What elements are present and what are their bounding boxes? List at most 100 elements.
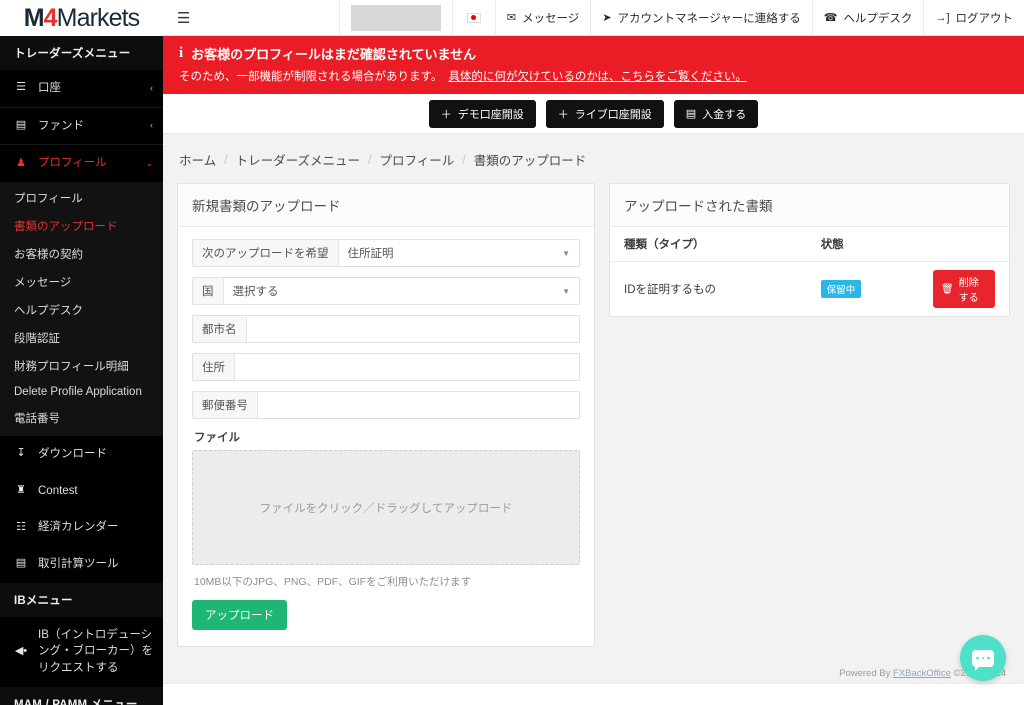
logo-four: 4 xyxy=(43,3,58,32)
top-navbar: ☰ ✉ メッセージ ➤ アカウントマネージャーに連絡する ☎ ヘルプデスク →]… xyxy=(163,0,1024,36)
document-type-field[interactable]: 次のアップロードを希望 住所証明 ▼ xyxy=(192,239,580,267)
sidebar-item-accounts[interactable]: ☰ 口座 ‹ xyxy=(0,70,163,107)
postcode-input[interactable] xyxy=(258,392,579,418)
sidebar-item-trading-calculator[interactable]: ▤ 取引計算ツール xyxy=(0,546,163,583)
breadcrumb-home[interactable]: ホーム xyxy=(179,150,216,169)
address-input[interactable] xyxy=(235,354,579,380)
nav-messages[interactable]: ✉ メッセージ xyxy=(496,0,591,36)
nav-helpdesk-label: ヘルプデスク xyxy=(843,12,913,25)
footer-prefix: Powered By xyxy=(839,668,894,679)
quick-action-bar: ＋ デモ口座開設 ＋ ライブ口座開設 ▤ 入金する xyxy=(163,94,1024,134)
brand-logo-text: M4Markets xyxy=(23,3,141,32)
upload-card-title: 新規書類のアップロード xyxy=(178,184,594,227)
logo-markets: Markets xyxy=(56,3,141,32)
sidebar-subitem-helpdesk[interactable]: ヘルプデスク xyxy=(0,296,163,324)
sidebar-subitem-two-factor[interactable]: 段階認証 xyxy=(0,324,163,352)
city-input[interactable] xyxy=(246,316,579,342)
breadcrumb-current: 書類のアップロード xyxy=(473,154,587,168)
city-field[interactable]: 都市名 xyxy=(192,315,580,343)
open-live-account-button[interactable]: ＋ ライブ口座開設 xyxy=(545,99,664,128)
delete-document-label: 削除する xyxy=(958,278,979,304)
open-live-account-label: ライブ口座開設 xyxy=(574,108,652,121)
sidebar-subitem-financial-profile[interactable]: 財務プロフィール明細 xyxy=(0,352,163,380)
account-selector[interactable] xyxy=(340,0,452,36)
document-type-label: 次のアップロードを希望 xyxy=(193,240,339,266)
sidebar-subitem-messages[interactable]: メッセージ xyxy=(0,268,163,296)
sidebar-item-economic-calendar[interactable]: ☷ 経済カレンダー xyxy=(0,509,163,547)
profile-verification-alert: i お客様のプロフィールはまだ確認されていません そのため、一部機能が制限される… xyxy=(163,36,1024,94)
dropzone-text: ファイルをクリック／ドラッグしてアップロード xyxy=(259,502,513,515)
documents-card-title: アップロードされた書類 xyxy=(610,184,1009,227)
open-demo-account-button[interactable]: ＋ デモ口座開設 xyxy=(428,99,536,128)
sidebar-item-funds[interactable]: ▤ ファンド ‹ xyxy=(0,107,163,145)
sidebar-subitem-profile[interactable]: プロフィール xyxy=(0,184,163,212)
delete-document-button[interactable]: 🗑 削除する xyxy=(933,270,995,308)
sidebar-item-downloads[interactable]: ↧ ダウンロード xyxy=(0,436,163,473)
sidebar-header-mam-pamm-menu: MAM / PAMM メニュー xyxy=(0,686,163,705)
country-label: 国 xyxy=(193,278,224,304)
logo-m: M xyxy=(23,3,45,32)
hamburger-icon[interactable]: ☰ xyxy=(163,9,204,27)
chevron-down-icon: ▼ xyxy=(562,248,570,258)
sidebar: M4Markets トレーダーズメニュー ☰ 口座 ‹ ▤ ファンド ‹ ♟ プ… xyxy=(0,0,163,705)
sidebar-header-ib-menu: IBメニュー xyxy=(0,582,163,617)
main-area: ☰ ✉ メッセージ ➤ アカウントマネージャーに連絡する ☎ ヘルプデスク →]… xyxy=(163,0,1024,705)
sidebar-item-request-ib[interactable]: ◀• IB（イントロデューシング・ブローカー）をリクエストする xyxy=(0,616,163,687)
uploaded-documents-card: アップロードされた書類 種類（タイプ） 状態 IDを証明するもの 保留中 🗑 削… xyxy=(609,183,1010,317)
column-status: 状態 xyxy=(806,227,919,262)
breadcrumb: ホーム / トレーダーズメニュー / プロフィール / 書類のアップロード xyxy=(177,148,1010,183)
uploaded-documents-table: 種類（タイプ） 状態 IDを証明するもの 保留中 🗑 削除する xyxy=(610,227,1009,316)
calendar-icon: ☷ xyxy=(16,520,26,533)
upload-submit-button[interactable]: アップロード xyxy=(192,600,287,630)
alert-subtitle: そのため、一部機能が制限される場合があります。 xyxy=(179,71,443,83)
sidebar-subitem-document-upload[interactable]: 書類のアップロード xyxy=(0,212,163,240)
page-content: ホーム / トレーダーズメニュー / プロフィール / 書類のアップロード 新規… xyxy=(163,134,1024,683)
document-actions-cell: 🗑 削除する xyxy=(919,262,1009,317)
document-type-cell: IDを証明するもの xyxy=(624,284,716,296)
trophy-icon: ♜ xyxy=(16,484,26,497)
japan-flag-icon xyxy=(466,12,481,23)
brand-logo[interactable]: M4Markets xyxy=(0,0,163,36)
open-demo-account-label: デモ口座開設 xyxy=(457,108,524,121)
nav-logout[interactable]: →] ログアウト xyxy=(924,0,1024,36)
column-actions xyxy=(919,227,1009,262)
credit-card-icon: ▤ xyxy=(685,108,697,120)
nav-contact-account-manager[interactable]: ➤ アカウントマネージャーに連絡する xyxy=(591,0,811,36)
upload-card-body: 次のアップロードを希望 住所証明 ▼ 国 選択する ▼ 都市名 住所 郵便番号 … xyxy=(178,227,594,646)
sidebar-item-contest[interactable]: ♜ Contest xyxy=(0,472,163,510)
sidebar-subitem-delete-profile[interactable]: Delete Profile Application xyxy=(0,380,163,404)
chevron-down-icon: ▼ xyxy=(562,286,570,296)
document-type-value: 住所証明 xyxy=(347,248,394,260)
document-type-select[interactable]: 住所証明 ▼ xyxy=(338,240,579,266)
sidebar-item-profile[interactable]: ♟ プロフィール ⌄ xyxy=(0,145,163,183)
postcode-field[interactable]: 郵便番号 xyxy=(192,391,580,419)
new-document-upload-card: 新規書類のアップロード 次のアップロードを希望 住所証明 ▼ 国 選択する ▼ … xyxy=(177,183,595,647)
address-label: 住所 xyxy=(193,354,235,380)
breadcrumb-traders-menu[interactable]: トレーダーズメニュー xyxy=(236,150,360,169)
sidebar-subitem-phone[interactable]: 電話番号 xyxy=(0,404,163,432)
file-dropzone[interactable]: ファイルをクリック／ドラッグしてアップロード xyxy=(192,450,580,565)
address-field[interactable]: 住所 xyxy=(192,353,580,381)
paper-plane-icon: ➤ xyxy=(602,12,612,24)
deposit-label: 入金する xyxy=(702,108,747,121)
breadcrumb-profile[interactable]: プロフィール xyxy=(380,150,455,169)
calculator-icon: ▤ xyxy=(15,557,27,570)
deposit-button[interactable]: ▤ 入金する xyxy=(673,99,759,128)
info-icon: i xyxy=(179,45,184,61)
chat-widget-button[interactable] xyxy=(960,635,1006,681)
country-select[interactable]: 選択する ▼ xyxy=(223,278,579,304)
country-field[interactable]: 国 選択する ▼ xyxy=(192,277,580,305)
column-type: 種類（タイプ） xyxy=(610,227,807,262)
alert-link[interactable]: 具体的に何が欠けているのかは、こちらをご覧ください。 xyxy=(448,71,747,83)
sidebar-subitem-agreements[interactable]: お客様の契約 xyxy=(0,240,163,268)
language-switcher[interactable] xyxy=(453,12,495,23)
nav-helpdesk[interactable]: ☎ ヘルプデスク xyxy=(813,0,924,36)
sidebar-item-label: ダウンロード xyxy=(38,448,107,461)
table-row: IDを証明するもの 保留中 🗑 削除する xyxy=(610,262,1009,317)
envelope-icon: ✉ xyxy=(506,12,517,24)
list-icon: ☰ xyxy=(16,81,26,94)
footer-link[interactable]: FXBackOffice xyxy=(893,668,951,679)
chevron-left-icon: ‹ xyxy=(150,120,153,131)
wallet-icon: ▤ xyxy=(15,119,27,132)
breadcrumb-separator: / xyxy=(224,152,228,167)
